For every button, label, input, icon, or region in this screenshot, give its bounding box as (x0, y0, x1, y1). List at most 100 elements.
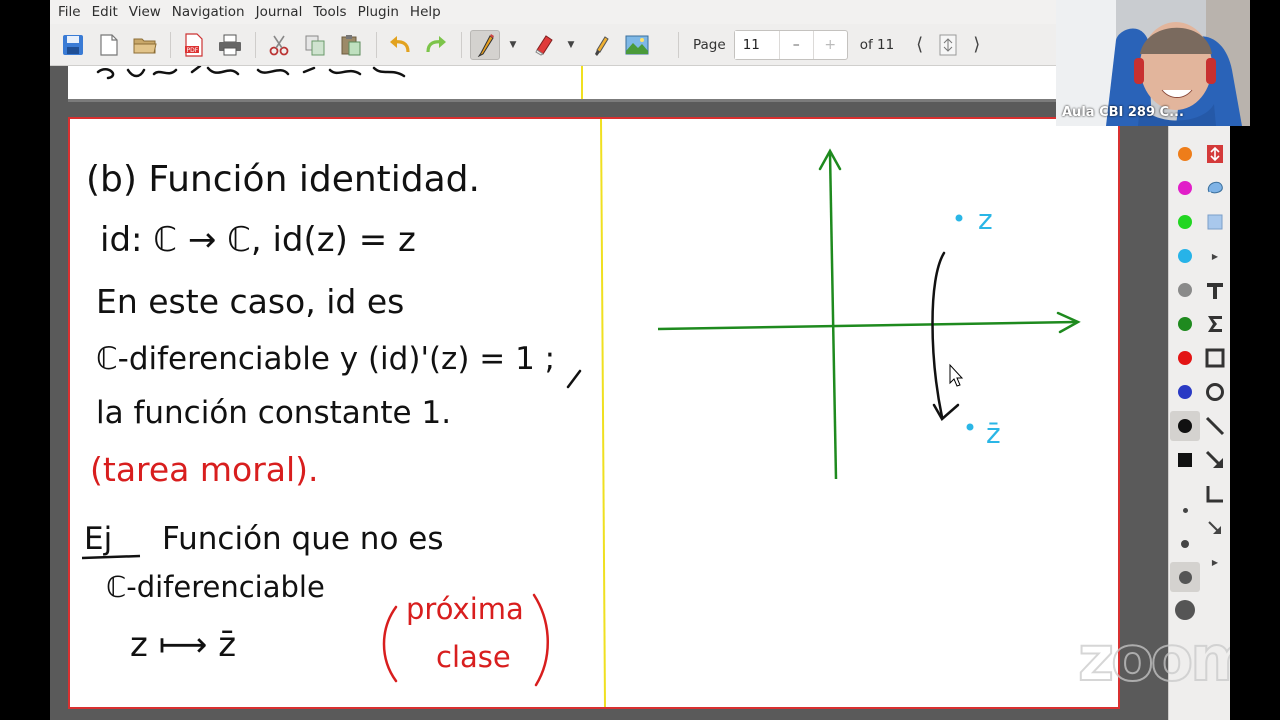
pen-icon[interactable] (470, 29, 500, 60)
coordinate-system-icon[interactable] (1203, 482, 1227, 506)
paste-icon[interactable] (336, 30, 366, 60)
save-icon[interactable] (58, 30, 88, 60)
next-page-icon[interactable]: ⟩ (973, 34, 980, 55)
note-ej: Ej (84, 521, 112, 557)
color-green[interactable] (1173, 210, 1197, 234)
handwriting-layer: (b) Función identidad. id: ℂ → ℂ, id(z) … (81, 119, 1081, 707)
vertical-space-icon[interactable] (1203, 142, 1227, 166)
note-line-4: ℂ-diferenciable y (id)'(z) = 1 ; (96, 341, 555, 377)
xournal-window: File Edit View Navigation Journal Tools … (50, 0, 1230, 720)
redo-icon[interactable] (421, 30, 451, 60)
toolbar-separator (170, 31, 171, 58)
image-icon[interactable] (622, 30, 652, 60)
point-zbar-dot (966, 423, 974, 431)
toolbar-separator (678, 31, 679, 58)
journal-page[interactable]: (b) Función identidad. id: ℂ → ℂ, id(z) … (68, 117, 1120, 709)
size-medium[interactable] (1170, 562, 1200, 592)
reflection-arrow (931, 251, 946, 419)
toolbar-separator (461, 31, 462, 58)
toolbar-separator (255, 31, 256, 58)
note-line-10: z ⟼ z̄ (130, 625, 236, 665)
copy-icon[interactable] (300, 30, 330, 60)
menu-plugin[interactable]: Plugin (354, 0, 403, 24)
note-line-5: la función constante 1. (96, 395, 451, 431)
note-line-6: (tarea moral). (90, 450, 319, 489)
expand-arrow-icon[interactable]: ▶ (1203, 550, 1227, 574)
point-z-dot (955, 214, 963, 222)
line-shape-icon[interactable] (1203, 414, 1227, 438)
math-tex-icon[interactable] (1203, 312, 1227, 336)
page-spinbox: – + (733, 29, 848, 60)
reflection-arrowhead (932, 403, 960, 421)
page-count: of 11 (859, 36, 895, 53)
fill-black-square[interactable] (1173, 448, 1197, 472)
participant-name: Aula CBI 289 C... (1062, 105, 1184, 120)
new-page-icon[interactable] (94, 30, 124, 60)
color-magenta[interactable] (1173, 176, 1197, 200)
x-axis (657, 320, 1077, 331)
color-dark-green[interactable] (1173, 312, 1197, 336)
point-zbar-label: z̄ (986, 417, 1001, 450)
note-line-1: (b) Función identidad. (86, 159, 480, 200)
highlighter-icon[interactable] (586, 30, 616, 60)
toolbar-separator (376, 31, 377, 58)
menu-bar: File Edit View Navigation Journal Tools … (50, 0, 1230, 24)
open-folder-icon[interactable] (130, 30, 160, 60)
note-line-3: En este caso, id es (96, 282, 404, 321)
print-icon[interactable] (215, 30, 245, 60)
eraser-options-dropdown[interactable]: ▼ (564, 30, 578, 60)
lasso-select-icon[interactable] (1203, 176, 1227, 200)
note-line-9: ℂ-diferenciable (106, 570, 325, 604)
color-black[interactable] (1170, 411, 1200, 441)
page-increment-button[interactable]: + (812, 30, 847, 59)
arrow-shape-icon[interactable] (1203, 448, 1227, 472)
undo-icon[interactable] (385, 30, 415, 60)
note-clase: clase (436, 640, 511, 674)
export-pdf-icon[interactable]: PDF (179, 30, 209, 60)
page-label: Page (693, 36, 726, 53)
handwriting-stroke (566, 369, 582, 389)
pen-options-dropdown[interactable]: ▼ (506, 30, 520, 60)
menu-edit[interactable]: Edit (88, 0, 122, 24)
y-axis (828, 152, 838, 480)
svg-text:PDF: PDF (187, 47, 199, 54)
menu-help[interactable]: Help (406, 0, 445, 24)
previous-page-strip (68, 66, 1118, 102)
size-tiny[interactable] (1173, 498, 1197, 522)
participant-video-tile[interactable]: Aula CBI 289 C... (1056, 0, 1250, 126)
note-line-2: id: ℂ → ℂ, id(z) = z (100, 220, 416, 260)
rect-select-icon[interactable] (1203, 210, 1227, 234)
page-number-input[interactable] (734, 30, 779, 59)
menu-tools[interactable]: Tools (309, 0, 350, 24)
menu-navigation[interactable]: Navigation (168, 0, 249, 24)
margin-line (600, 119, 606, 707)
red-paren-left (382, 605, 398, 683)
menu-view[interactable]: View (125, 0, 165, 24)
red-paren-right (532, 593, 549, 687)
size-large[interactable] (1173, 598, 1197, 622)
rectangle-shape-icon[interactable] (1203, 346, 1227, 370)
text-tool-icon[interactable] (1203, 278, 1227, 302)
note-proxima: próxima (406, 592, 524, 626)
page-decrement-button[interactable]: – (778, 30, 813, 59)
menu-file[interactable]: File (54, 0, 85, 24)
eraser-icon[interactable] (528, 30, 558, 60)
menu-journal[interactable]: Journal (252, 0, 307, 24)
toolbar: PDF ▼ ▼ Page 11 – + of 11 ⟨ ⟩ (50, 24, 1230, 66)
fit-page-icon[interactable] (933, 30, 963, 60)
ellipse-shape-icon[interactable] (1203, 380, 1227, 404)
small-arrow-icon[interactable] (1203, 516, 1227, 540)
color-red[interactable] (1173, 346, 1197, 370)
previous-page-icon[interactable]: ⟨ (916, 34, 923, 55)
color-gray[interactable] (1173, 278, 1197, 302)
cut-icon[interactable] (264, 30, 294, 60)
size-small[interactable] (1173, 532, 1197, 556)
color-orange[interactable] (1173, 142, 1197, 166)
color-blue[interactable] (1173, 380, 1197, 404)
expand-arrow-icon[interactable]: ▶ (1203, 244, 1227, 268)
point-z-label: z (978, 203, 993, 236)
screen: File Edit View Navigation Journal Tools … (0, 0, 1280, 720)
mouse-cursor (949, 363, 964, 387)
color-cyan[interactable] (1173, 244, 1197, 268)
complex-plane-diagram: z z̄ (657, 148, 1081, 480)
